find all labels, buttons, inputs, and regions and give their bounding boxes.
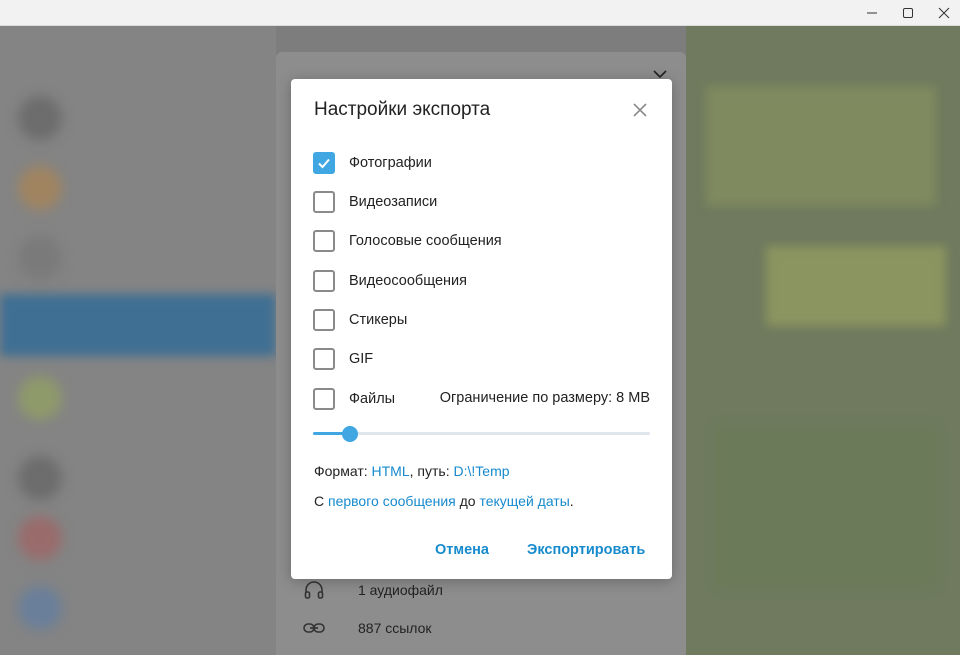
maximize-button[interactable] (888, 0, 928, 26)
range-suffix: . (569, 493, 574, 509)
dialog-title: Настройки экспорта (314, 99, 491, 120)
checkbox[interactable] (313, 388, 335, 410)
panel-row-label: 1 аудиофайл (358, 582, 443, 598)
range-prefix: С (314, 493, 328, 509)
option-photos[interactable]: Фотографии (313, 151, 432, 175)
option-voice-messages[interactable]: Голосовые сообщения (313, 229, 502, 253)
checkbox[interactable] (313, 348, 335, 370)
option-label: Файлы (349, 391, 396, 407)
range-middle: до (455, 493, 480, 509)
option-label: GIF (349, 351, 374, 367)
checkbox[interactable] (313, 309, 335, 331)
option-video-messages[interactable]: Видеосообщения (313, 269, 467, 293)
chat-list-blurred (0, 26, 276, 655)
dialog-close-button[interactable] (630, 100, 650, 120)
window-titlebar (0, 0, 960, 26)
export-settings-dialog: Настройки экспорта Фотографии Видеозапис… (291, 79, 672, 579)
close-icon (938, 7, 950, 19)
size-limit-label: Ограничение по размеру: 8 MB (439, 390, 650, 406)
checkbox[interactable] (313, 191, 335, 213)
option-label: Фотографии (349, 155, 432, 171)
option-stickers[interactable]: Стикеры (313, 308, 407, 332)
minimize-button[interactable] (852, 0, 892, 26)
option-label: Стикеры (349, 312, 408, 328)
checkbox[interactable] (313, 270, 335, 292)
slider-track (313, 432, 650, 435)
checkmark-icon (318, 158, 330, 169)
checkbox[interactable] (313, 230, 335, 252)
range-info: С первого сообщения до текущей даты. (314, 493, 574, 509)
slider-thumb[interactable] (341, 426, 358, 442)
option-label: Видеосообщения (349, 273, 467, 289)
window-close-button[interactable] (924, 0, 960, 26)
path-link[interactable]: D:\!Temp (454, 463, 510, 479)
option-files[interactable]: Файлы (313, 387, 395, 411)
range-to-link[interactable]: текущей даты (479, 493, 569, 509)
format-prefix: Формат: (314, 463, 372, 479)
option-videos[interactable]: Видеозаписи (313, 190, 437, 214)
path-prefix: , путь: (409, 463, 454, 479)
minimize-icon (867, 12, 877, 14)
format-info: Формат: HTML, путь: D:\!Temp (314, 463, 510, 479)
panel-row-label: 887 ссылок (358, 620, 432, 636)
size-limit-slider[interactable] (313, 426, 650, 442)
panel-row-links[interactable]: 887 ссылок (302, 616, 432, 640)
option-label: Видеозаписи (349, 194, 438, 210)
headphones-icon (302, 578, 326, 602)
checkbox[interactable] (313, 152, 335, 174)
close-icon (633, 103, 647, 117)
cancel-button[interactable]: Отмена (435, 542, 489, 558)
format-link[interactable]: HTML (372, 463, 410, 479)
export-button[interactable]: Экспортировать (527, 542, 645, 558)
panel-row-audio[interactable]: 1 аудиофайл (302, 578, 443, 602)
option-gif[interactable]: GIF (313, 347, 373, 371)
option-label: Голосовые сообщения (349, 233, 502, 249)
chat-area-blurred (686, 26, 960, 655)
link-icon (302, 616, 326, 640)
maximize-icon (903, 8, 913, 18)
range-from-link[interactable]: первого сообщения (328, 493, 456, 509)
